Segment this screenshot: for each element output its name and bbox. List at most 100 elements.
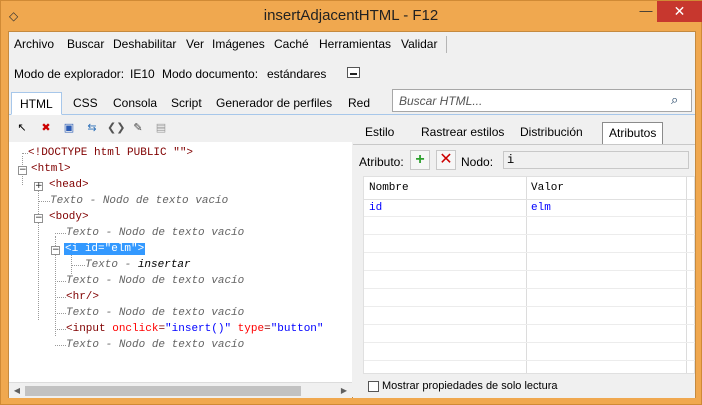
expand-icon[interactable]: + [34, 182, 43, 191]
tree-line [55, 329, 66, 330]
tree-node-input[interactable]: <input onclick="insert()" type="button" [66, 322, 324, 337]
text-node-value: Nodo de texto vacío [118, 227, 245, 239]
save-icon[interactable]: ▣ [61, 120, 77, 136]
tree-line [55, 297, 66, 298]
tree-node-head[interactable]: <head> [49, 178, 89, 193]
tree-node-hr[interactable]: <hr/> [66, 290, 99, 305]
attr-name-cell: id [369, 202, 383, 214]
tab-red[interactable]: Red [340, 92, 378, 115]
tree-node-text[interactable]: Texto - Nodo de texto vacío [66, 226, 244, 241]
tab-atributos[interactable]: Atributos [602, 122, 664, 144]
tree-node-body[interactable]: <body> [49, 210, 89, 225]
menu-cache[interactable]: Caché [274, 37, 309, 51]
text-node-separator: - [99, 275, 119, 287]
tree-node-doctype[interactable]: <!DOCTYPE html PUBLIC ""> [28, 146, 193, 161]
html-toolbar: ↖ ✖ ▣ ⇆ ❮❯ ✎ ▤ [9, 116, 352, 142]
doctype-text: <!DOCTYPE html PUBLIC ""> [28, 147, 194, 159]
i-tag-close: > [137, 243, 145, 255]
tab-generador-de-perfiles[interactable]: Generador de perfiles [208, 92, 340, 115]
tree-node-text[interactable]: Texto - Nodo de texto vacío [66, 274, 244, 289]
side-tabs: Estilo Rastrear estilos Distribución Atr… [353, 116, 695, 144]
tree-line [55, 313, 66, 314]
collapse-icon[interactable]: − [18, 166, 27, 175]
tab-consola[interactable]: Consola [105, 92, 165, 115]
browser-mode-value[interactable]: IE10 [130, 67, 155, 81]
menu-herramientas[interactable]: Herramientas [319, 37, 391, 51]
tree-line [55, 281, 66, 282]
tree-node-text[interactable]: Texto - Nodo de texto vacío [66, 306, 244, 321]
dock-window-icon[interactable] [347, 67, 360, 78]
attribute-toolbar: Atributo: + ✕ Nodo: i [353, 144, 695, 176]
scroll-left-icon[interactable]: ◀ [12, 386, 22, 396]
tree-node-text[interactable]: Texto - Nodo de texto vacío [66, 338, 244, 353]
i-attr-name: id [84, 243, 99, 255]
tab-distribucion[interactable]: Distribución [514, 122, 589, 144]
text-node-label: Texto [66, 275, 100, 287]
menu-validar[interactable]: Validar [401, 37, 437, 51]
tree-node-i-selected[interactable]: <i id="elm"> [64, 242, 146, 257]
scroll-thumb[interactable] [25, 386, 301, 396]
i-attr-value: "elm" [104, 243, 138, 255]
node-field[interactable]: i [503, 151, 689, 169]
table-row [364, 217, 695, 235]
browser-mode-label: Modo de explorador: [14, 67, 125, 81]
table-row [364, 253, 695, 271]
collapse-icon[interactable]: − [51, 246, 60, 255]
window-title: insertAdjacentHTML - F12 [263, 7, 439, 24]
tree-node-text[interactable]: Texto - Nodo de texto vacío [50, 194, 228, 209]
menu-ver[interactable]: Ver [186, 37, 204, 51]
tab-css[interactable]: CSS [65, 92, 106, 115]
select-element-icon[interactable]: ↖ [14, 120, 30, 136]
tree-node-text-insertar[interactable]: Texto - insertar [85, 258, 191, 273]
menu-buscar[interactable]: Buscar [67, 37, 104, 51]
dom-tree: <!DOCTYPE html PUBLIC ""> − <html> + <he… [9, 142, 352, 382]
table-row [364, 235, 695, 253]
collapse-icon[interactable]: − [34, 214, 43, 223]
horizontal-scrollbar[interactable]: ◀ ▶ [9, 382, 352, 398]
delete-attribute-icon[interactable]: ✕ [436, 150, 456, 170]
clear-outline-icon[interactable]: ✖ [38, 120, 54, 136]
tree-line [55, 345, 66, 346]
title-bar: ◇ insertAdjacentHTML - F12 — ✕ [1, 1, 702, 31]
edit-icon[interactable]: ✎ [130, 120, 146, 136]
menu-deshabilitar[interactable]: Deshabilitar [113, 37, 176, 51]
text-node-separator: - [99, 307, 119, 319]
readonly-checkbox[interactable] [368, 381, 379, 392]
dom-element-source-icon[interactable]: ❮❯ [107, 120, 125, 136]
tree-line [71, 265, 85, 266]
add-attribute-icon[interactable]: + [410, 150, 430, 170]
input-attr-type: type [237, 323, 265, 335]
text-node-label: Texto [50, 195, 84, 207]
input-tag-open: <input [66, 323, 106, 335]
column-header-nombre[interactable]: Nombre [364, 177, 409, 199]
attr-value-cell[interactable]: elm [531, 202, 551, 214]
tab-html[interactable]: HTML [11, 92, 62, 115]
attributes-footer: Mostrar propiedades de solo lectura [363, 375, 695, 398]
text-node-separator: - [99, 339, 119, 351]
readonly-label[interactable]: Mostrar propiedades de solo lectura [382, 380, 557, 392]
search-icon[interactable]: ⌕ [671, 93, 685, 107]
tab-rastrear-estilos[interactable]: Rastrear estilos [415, 122, 510, 144]
tree-node-html[interactable]: <html> [31, 162, 71, 177]
table-row [364, 307, 695, 325]
column-header-valor[interactable]: Valor [526, 177, 564, 199]
table-row[interactable]: id elm [364, 199, 695, 217]
document-mode-value[interactable]: estándares [267, 67, 326, 81]
input-attr-onclick: onclick [112, 323, 159, 335]
tree-line [38, 188, 39, 320]
close-button[interactable]: ✕ [657, 1, 702, 22]
text-node-value: Nodo de texto vacío [118, 339, 245, 351]
minimize-button[interactable]: — [635, 1, 657, 22]
text-node-value: Nodo de texto vacío [102, 195, 229, 207]
scroll-right-icon[interactable]: ▶ [339, 386, 349, 396]
tab-script[interactable]: Script [163, 92, 210, 115]
word-wrap-icon[interactable]: ▤ [153, 120, 169, 136]
input-attr-type-value: "button" [270, 323, 324, 335]
table-row [364, 271, 695, 289]
search-input[interactable] [399, 93, 659, 109]
menu-archivo[interactable]: Archivo [14, 37, 54, 51]
refresh-icon[interactable]: ⇆ [84, 120, 100, 136]
tab-estilo[interactable]: Estilo [359, 122, 400, 144]
document-mode-label: Modo documento: [162, 67, 259, 81]
menu-imagenes[interactable]: Imágenes [212, 37, 265, 51]
